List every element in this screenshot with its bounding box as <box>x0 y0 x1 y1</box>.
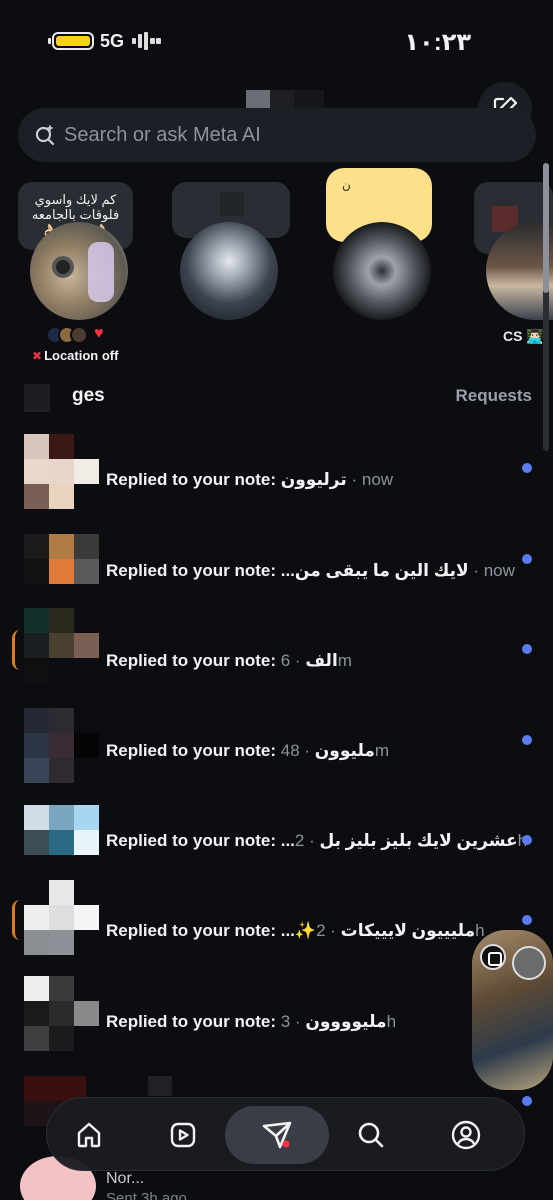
reels-icon <box>170 1122 196 1148</box>
floating-reel-thumbnail[interactable] <box>472 930 553 1090</box>
note-viewers-avatars <box>46 326 116 344</box>
conversation-row[interactable]: Replied to your note: ...✨مليييون لايييك… <box>0 880 553 970</box>
my-note-text: كم لايك واسوي فلوقات بالجامعه <box>31 192 120 222</box>
messages-section-title: ges <box>72 385 105 406</box>
tab-reels[interactable] <box>159 1111 207 1159</box>
avatar <box>24 880 100 956</box>
tab-messages[interactable] <box>225 1106 329 1164</box>
tab-search[interactable] <box>347 1111 395 1159</box>
home-icon <box>77 1122 101 1148</box>
battery-icon <box>48 32 94 50</box>
search-input[interactable] <box>64 120 484 150</box>
conversation-row[interactable]: Replied to your note: الف · 6m <box>0 608 553 698</box>
message-preview: Replied to your note: مليوون · 48m <box>106 741 390 760</box>
avatar <box>24 708 100 784</box>
conversation-name: Nor... <box>106 1170 145 1187</box>
message-preview: Replied to your note: ...لايك الين ما يب… <box>106 561 515 580</box>
friend-note-avatar[interactable] <box>333 222 431 320</box>
unread-dot <box>522 644 532 654</box>
instagram-icon <box>480 944 506 970</box>
bottom-tab-bar <box>46 1097 525 1171</box>
message-preview: Replied to your note: ...✨مليييون لايييك… <box>106 921 485 940</box>
conversation-row[interactable]: Replied to your note: مليوون · 48m <box>0 708 553 798</box>
tab-profile[interactable] <box>442 1111 490 1159</box>
conversation-subtitle: Sent 3h ago <box>106 1190 187 1200</box>
avatar <box>24 976 100 1052</box>
network-type: 5G <box>100 31 125 51</box>
tab-home[interactable] <box>65 1111 113 1159</box>
message-preview: Replied to your note: مليوووون · 3h <box>106 1012 397 1031</box>
my-note-avatar[interactable] <box>30 222 128 320</box>
unread-dot <box>522 735 532 745</box>
status-clock: ١٠:٢٣ <box>404 29 471 56</box>
unread-dot <box>522 835 532 845</box>
friend-note-label: CS 👨🏻‍💻 <box>503 328 544 344</box>
location-pin-icon: ✖ <box>32 349 43 363</box>
heart-icon: ♥ <box>94 325 104 342</box>
signal-icon <box>132 30 162 52</box>
message-preview: Replied to your note: ...عشرين لايك بليز… <box>106 831 527 850</box>
conversation-row[interactable]: Replied to your note: مليوووون · 3h <box>0 976 553 1066</box>
unread-dot <box>522 915 532 925</box>
avatar <box>24 805 100 881</box>
friend-note-avatar[interactable] <box>180 222 278 320</box>
search-icon <box>358 1122 384 1148</box>
unread-dot <box>522 1096 532 1106</box>
scrollbar[interactable] <box>543 163 549 451</box>
message-preview: Replied to your note: الف · 6m <box>106 651 352 670</box>
unread-dot <box>522 554 532 564</box>
location-off-label[interactable]: ✖ Location off <box>32 348 118 363</box>
thumbnail-avatar <box>512 946 546 980</box>
friend-note-text: ن <box>342 178 351 192</box>
search-bar[interactable] <box>18 108 536 162</box>
section-title-redacted <box>24 384 76 412</box>
avatar <box>24 608 100 684</box>
message-preview: Replied to your note: ترليوون · now <box>106 470 394 489</box>
conversation-row[interactable]: Replied to your note: ترليوون · now <box>0 434 553 524</box>
status-bar: 5G ١٠:٢٣ <box>0 0 553 80</box>
avatar <box>24 534 100 610</box>
requests-link[interactable]: Requests <box>455 386 532 406</box>
messages-icon <box>262 1121 292 1149</box>
meta-ai-search-icon <box>35 125 55 146</box>
profile-icon <box>451 1120 481 1150</box>
avatar <box>24 434 100 510</box>
unread-dot <box>522 463 532 473</box>
